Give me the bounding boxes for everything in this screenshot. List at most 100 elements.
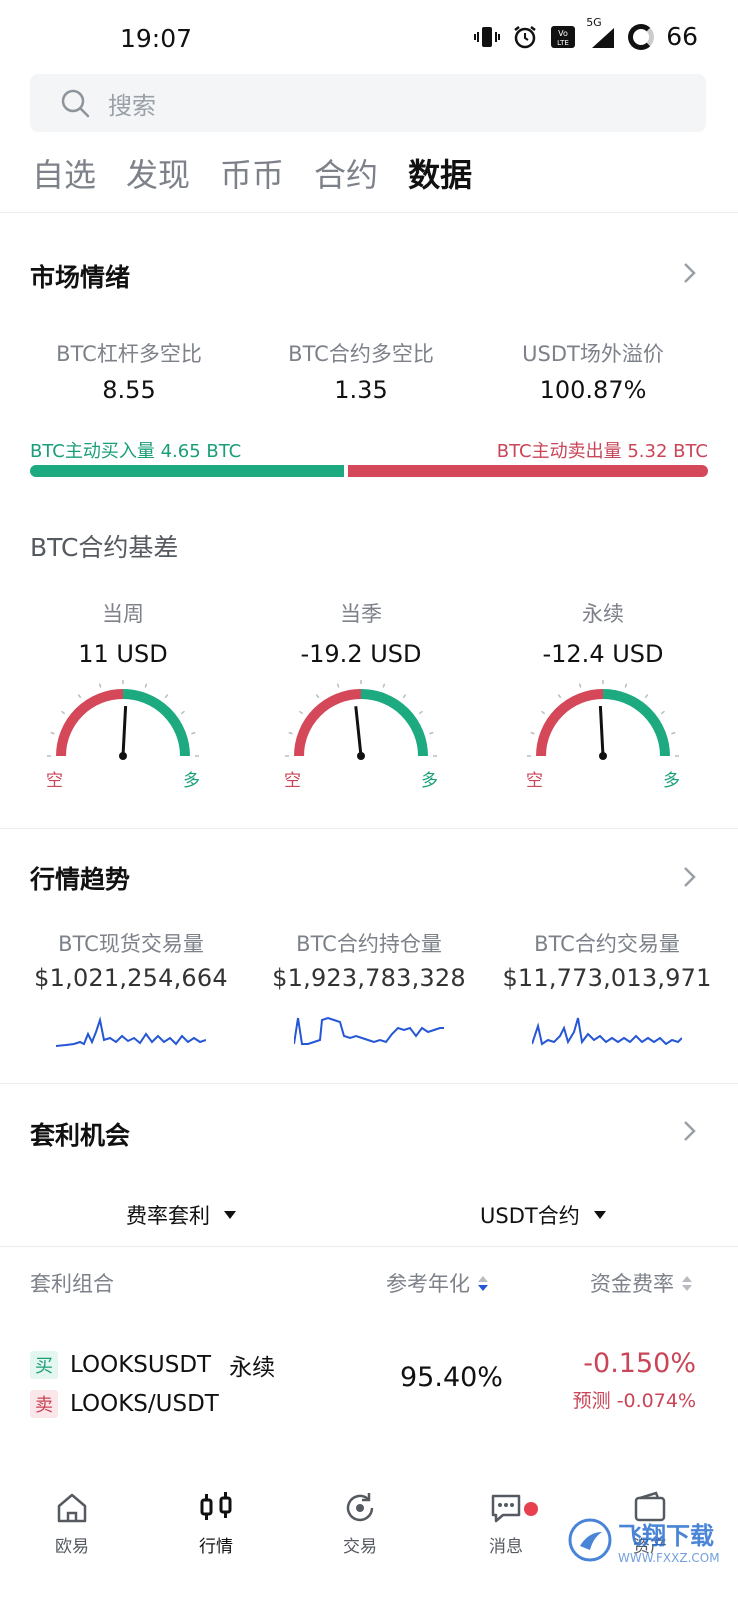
gauge-perpetual: 永续 -12.4 USD 空 多 <box>480 598 726 791</box>
gauge-tick <box>541 710 546 715</box>
tab-favorites[interactable]: 自选 <box>32 150 96 200</box>
gauge-tick <box>98 683 102 688</box>
signal-icon: 5G <box>586 16 616 50</box>
vibrate-icon <box>474 24 501 50</box>
buy-pair: LOOKSUSDT <box>70 1352 212 1378</box>
gauge-long-label: 多 <box>663 771 680 791</box>
battery-icon <box>628 23 655 50</box>
predicted-rate: 预测 -0.074% <box>572 1390 696 1412</box>
nav-label: 交易 <box>343 1537 377 1557</box>
network-label: 5G <box>586 15 602 29</box>
arbitrage-row-sell[interactable]: 卖 LOOKS/USDT <box>30 1390 219 1418</box>
metric-label: USDT场外溢价 <box>522 342 664 366</box>
gauge-tick <box>578 683 582 688</box>
contract-type-dropdown[interactable]: USDT合约 <box>480 1200 606 1230</box>
gauge-dial <box>285 680 437 760</box>
gauge-tick <box>336 683 340 688</box>
section-divider <box>0 1083 738 1084</box>
gauge-tick <box>77 694 82 699</box>
market-sentiment-chevron-icon[interactable] <box>680 258 700 288</box>
watermark-sub: WWW.FXXZ.COM <box>618 1550 720 1565</box>
search-icon <box>61 89 90 118</box>
gauge-value: 11 USD <box>78 640 168 668</box>
tab-data[interactable]: 数据 <box>408 150 472 200</box>
arbitrage-row-buy[interactable]: 买 LOOKSUSDT 永续 <box>30 1348 275 1382</box>
gauge-tick <box>530 731 535 735</box>
tab-discover[interactable]: 发现 <box>126 150 190 200</box>
gauge-tick <box>402 694 407 699</box>
gauge-long-label: 多 <box>421 771 438 791</box>
gauge-needle <box>354 706 363 757</box>
sort-icon <box>682 1275 692 1291</box>
nav-label: 欧易 <box>55 1537 89 1557</box>
trend-spot-volume[interactable]: BTC现货交易量 $1,021,254,664 <box>8 928 254 1054</box>
sell-volume-bar <box>348 465 708 477</box>
trend-open-interest[interactable]: BTC合约持仓量 $1,923,783,328 <box>246 928 492 1054</box>
alarm-icon <box>512 24 538 50</box>
gauge-tick <box>418 710 423 715</box>
buy-pair-type: 永续 <box>229 1355 276 1381</box>
gauge-tick <box>191 731 196 735</box>
status-bar: 19:07 Vo LTE 5G 66 <box>0 0 738 72</box>
tab-spot[interactable]: 币币 <box>220 150 284 200</box>
funding-rate: -0.150% <box>583 1348 696 1379</box>
sell-volume-text: BTC主动卖出量 5.32 BTC <box>496 441 708 462</box>
col-header-annual[interactable]: 参考年化 <box>386 1268 488 1298</box>
tabs-divider <box>0 212 738 213</box>
sell-tag: 卖 <box>30 1390 58 1418</box>
gauge-tick <box>429 731 434 735</box>
gauge-tick <box>671 731 676 735</box>
nav-trade[interactable]: 交易 <box>310 1490 410 1557</box>
arbitrage-type-dropdown[interactable]: 费率套利 <box>126 1200 236 1230</box>
sparkline <box>294 1016 444 1045</box>
gauge-tick <box>644 694 649 699</box>
arbitrage-title: 套利机会 <box>30 1121 131 1150</box>
status-time: 19:07 <box>120 24 193 53</box>
watermark: 飞翔下载 WWW.FXXZ.COM <box>568 1500 728 1580</box>
gauge-value: -19.2 USD <box>300 640 422 668</box>
watermark-text: 飞翔下载 <box>618 1521 714 1550</box>
buy-tag: 买 <box>30 1351 58 1379</box>
message-icon <box>491 1494 521 1523</box>
gauge-short-label: 空 <box>526 771 543 791</box>
sparkline <box>56 1016 206 1047</box>
gauge-tick <box>144 683 148 688</box>
metric-leverage-ratio[interactable]: BTC杠杆多空比 8.55 <box>6 338 252 404</box>
tab-futures[interactable]: 合约 <box>314 150 378 200</box>
gauge-tick <box>61 710 66 715</box>
nav-label: 消息 <box>489 1537 523 1557</box>
gauge-dial <box>47 680 199 760</box>
market-icon <box>200 1492 232 1520</box>
nav-market[interactable]: 行情 <box>166 1490 266 1557</box>
gauge-short-label: 空 <box>46 771 63 791</box>
metric-value: 8.55 <box>102 376 156 404</box>
gauge-tick <box>180 710 185 715</box>
nav-messages[interactable]: 消息 <box>456 1490 556 1557</box>
nav-home[interactable]: 欧易 <box>22 1490 122 1557</box>
col-header-rate[interactable]: 资金费率 <box>590 1268 692 1298</box>
metric-value: 1.35 <box>334 376 388 404</box>
search-bar[interactable]: 搜索 <box>30 74 706 132</box>
trend-label: BTC合约交易量 <box>534 932 680 956</box>
trends-chevron-icon[interactable] <box>680 862 700 892</box>
annual-rate: 95.40% <box>400 1362 503 1393</box>
metric-futures-ratio[interactable]: BTC合约多空比 1.35 <box>238 338 484 404</box>
trend-futures-volume[interactable]: BTC合约交易量 $11,773,013,971 <box>484 928 730 1054</box>
arbitrage-chevron-icon[interactable] <box>680 1116 700 1146</box>
buy-volume-text: BTC主动买入量 4.65 BTC <box>30 441 242 462</box>
gauge-quarterly: 当季 -19.2 USD 空 多 <box>238 598 484 791</box>
gauge-label: 当季 <box>340 602 382 626</box>
trend-label: BTC现货交易量 <box>58 932 204 956</box>
gauge-value: -12.4 USD <box>542 640 664 668</box>
trend-value: $1,923,783,328 <box>272 964 466 992</box>
nav-label: 行情 <box>199 1537 233 1557</box>
battery-level: 66 <box>666 22 698 51</box>
metric-value: 100.87% <box>539 376 647 404</box>
gauge-needle <box>121 705 128 757</box>
notification-badge <box>524 1502 538 1516</box>
metric-usdt-premium[interactable]: USDT场外溢价 100.87% <box>470 338 716 404</box>
top-tabs: 自选 发现 币币 合约 数据 <box>32 150 472 200</box>
svg-text:LTE: LTE <box>557 39 569 47</box>
trend-label: BTC合约持仓量 <box>296 932 442 956</box>
table-divider <box>0 1246 738 1247</box>
